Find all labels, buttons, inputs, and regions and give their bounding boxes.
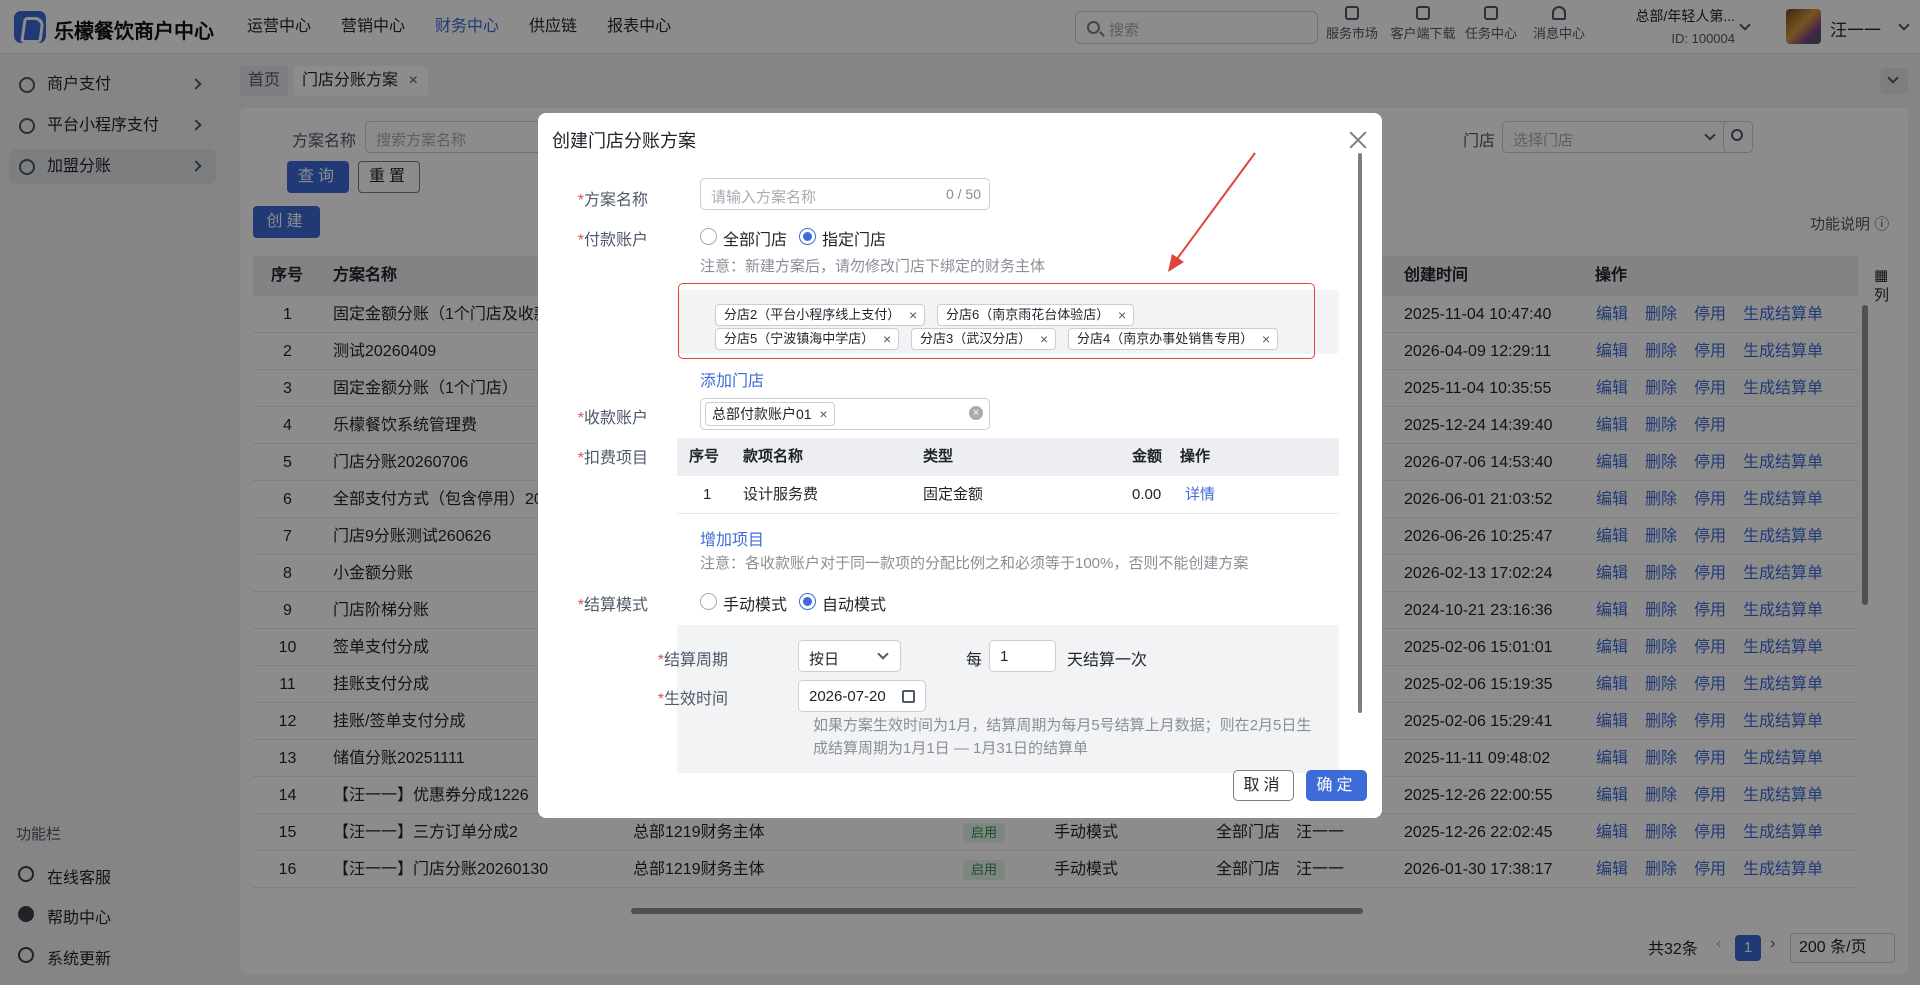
receive-account-label: *收款账户 bbox=[577, 410, 648, 427]
dialog-title: 创建门店分账方案 bbox=[552, 131, 696, 151]
confirm-button[interactable]: 确定 bbox=[1306, 770, 1367, 801]
add-store-link[interactable]: 添加门店 bbox=[700, 367, 764, 391]
radio-manual-mode[interactable]: 手动模式 bbox=[700, 591, 787, 615]
fee-amount: 0.00 bbox=[1132, 486, 1162, 503]
cancel-button[interactable]: 取消 bbox=[1233, 770, 1294, 801]
annotation-highlight-box bbox=[678, 283, 1315, 359]
close-icon[interactable]: × bbox=[819, 403, 827, 425]
char-counter: 0 / 50 bbox=[945, 186, 981, 202]
pay-note: 注意：新建方案后，请勿修改门店下绑定的财务主体 bbox=[700, 258, 1046, 275]
fee-col-action: 操作 bbox=[1180, 448, 1211, 465]
label-text: 方案名称 bbox=[583, 192, 648, 209]
fee-col-no: 序号 bbox=[689, 448, 720, 465]
effective-date-picker[interactable]: 2026-07-20 bbox=[798, 680, 926, 712]
every-label: 每 bbox=[966, 652, 983, 669]
fee-col-amount: 金额 bbox=[1132, 448, 1163, 465]
placeholder: 请输入方案名称 bbox=[711, 189, 817, 206]
label-text: 生效时间 bbox=[663, 691, 728, 708]
period-value: 按日 bbox=[809, 651, 840, 668]
receive-account-select[interactable]: 总部付款账户01 × × bbox=[700, 398, 990, 430]
every-value: 1 bbox=[1000, 648, 1009, 665]
close-icon[interactable] bbox=[1349, 131, 1367, 149]
chevron-down-icon bbox=[877, 648, 889, 660]
fee-detail-link[interactable]: 详情 bbox=[1185, 476, 1215, 514]
label-text: 付款账户 bbox=[583, 232, 648, 249]
radio-auto-mode[interactable]: 自动模式 bbox=[799, 591, 886, 615]
calendar-icon bbox=[902, 690, 915, 703]
plan-name-input[interactable]: 请输入方案名称 0 / 50 bbox=[700, 178, 990, 210]
radio-all-stores[interactable]: 全部门店 bbox=[700, 226, 787, 250]
create-plan-dialog: 创建门店分账方案 *方案名称 请输入方案名称 0 / 50 *付款账户 全部门店… bbox=[538, 113, 1382, 818]
clear-icon[interactable]: × bbox=[969, 406, 983, 420]
period-label: *结算周期 bbox=[657, 652, 728, 669]
effective-note-line2: 成结算周期为1月1日 — 1月31日的结算单 bbox=[813, 740, 1089, 757]
dialog-scrollbar[interactable] bbox=[1358, 153, 1362, 713]
label-text: 扣费项目 bbox=[583, 450, 648, 467]
fee-items-label: *扣费项目 bbox=[577, 450, 648, 467]
add-item-link[interactable]: 增加项目 bbox=[700, 526, 764, 550]
fee-table-row: 1 设计服务费 固定金额 0.00 详情 bbox=[677, 476, 1339, 514]
receive-tag: 总部付款账户01 × bbox=[705, 402, 835, 426]
radio-specified-stores[interactable]: 指定门店 bbox=[799, 226, 886, 250]
settle-mode-label: *结算模式 bbox=[577, 597, 648, 614]
period-select[interactable]: 按日 bbox=[798, 640, 901, 672]
pay-account-label: *付款账户 bbox=[577, 232, 648, 249]
effective-note-line1: 如果方案生效时间为1月，结算周期为每月5号结算上月数据；则在2月5日生 bbox=[813, 717, 1312, 734]
label-text: 结算模式 bbox=[583, 597, 648, 614]
label-text: 结算周期 bbox=[663, 652, 728, 669]
every-input[interactable]: 1 bbox=[989, 640, 1056, 672]
fee-name: 设计服务费 bbox=[743, 486, 819, 503]
fee-no: 1 bbox=[703, 486, 712, 503]
fee-type: 固定金额 bbox=[923, 486, 984, 503]
fee-col-name: 款项名称 bbox=[743, 448, 804, 465]
effective-time-label: *生效时间 bbox=[657, 691, 728, 708]
effective-date-value: 2026-07-20 bbox=[809, 688, 886, 705]
tag-label: 总部付款账户01 bbox=[712, 406, 812, 422]
every-suffix: 天结算一次 bbox=[1067, 652, 1148, 669]
fee-table-header: 序号 款项名称 类型 金额 操作 bbox=[677, 438, 1339, 476]
label-text: 收款账户 bbox=[583, 410, 648, 427]
fee-col-type: 类型 bbox=[923, 448, 954, 465]
annotation-arrow-icon bbox=[1168, 152, 1256, 272]
plan-name-field-label: *方案名称 bbox=[577, 192, 648, 209]
fee-note: 注意：各收款账户对于同一款项的分配比例之和必须等于100%，否则不能创建方案 bbox=[700, 555, 1249, 572]
